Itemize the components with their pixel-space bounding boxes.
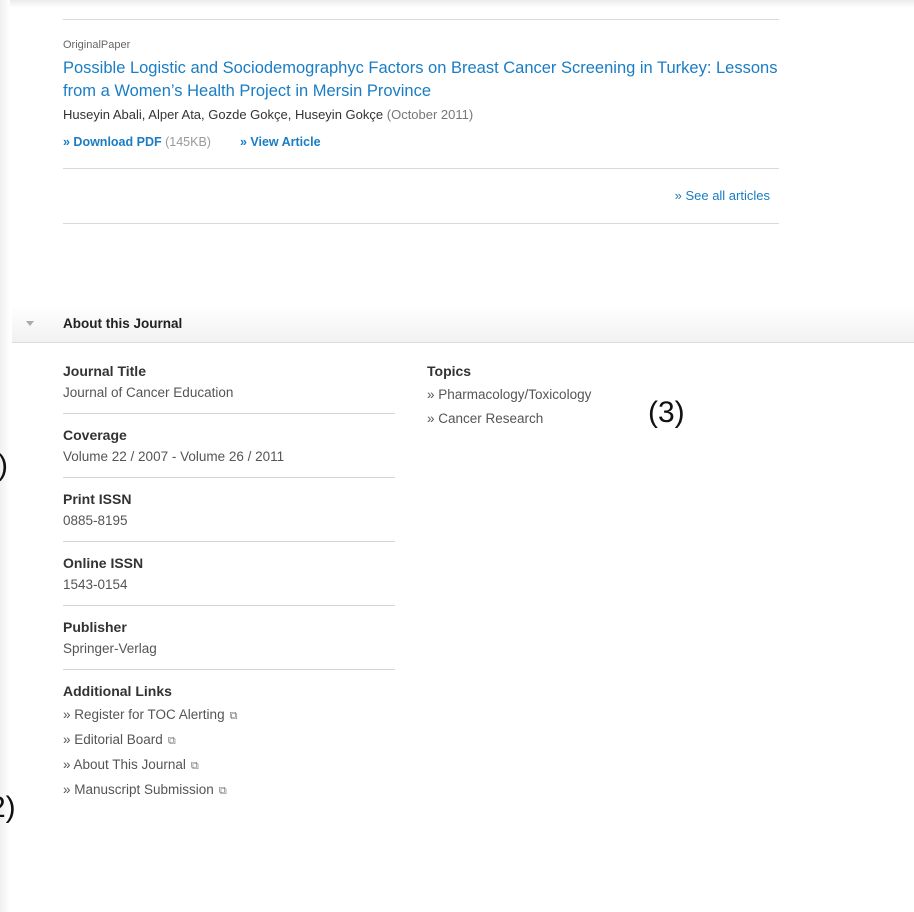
field-label: Print ISSN (63, 491, 132, 507)
about-title: About this Journal (63, 316, 183, 331)
link-label: » Manuscript Submission (63, 782, 214, 797)
manuscript-submission-link[interactable]: » Manuscript Submission ⧉ (63, 778, 395, 803)
download-pdf-link[interactable]: » Download PDF (63, 135, 162, 149)
download-pdf-label: » Download PDF (63, 135, 162, 149)
annotation-marker-2: 2) (0, 791, 16, 824)
topics-label: Topics (427, 363, 472, 379)
field-label: Publisher (63, 619, 127, 635)
external-link-icon: ⧉ (190, 760, 199, 772)
article-date: (October 2011) (386, 107, 474, 122)
field-print-issn: Print ISSN 0885-8195 (63, 490, 395, 542)
field-value: Volume 22 / 2007 - Volume 26 / 2011 (63, 449, 285, 464)
about-this-journal-link[interactable]: » About This Journal ⧉ (63, 753, 395, 778)
topic-cancer-research-link[interactable]: » Cancer Research (427, 407, 647, 431)
editorial-board-link[interactable]: » Editorial Board ⧉ (63, 728, 395, 753)
top-shadow (8, 0, 914, 8)
link-label: » About This Journal (63, 757, 186, 772)
annotation-marker-3: (3) (648, 396, 685, 429)
divider (63, 223, 779, 224)
link-label: » Register for TOC Alerting (63, 707, 225, 722)
field-additional-links: Additional Links » Register for TOC Aler… (63, 682, 395, 814)
field-journal-title: Journal Title Journal of Cancer Educatio… (63, 362, 395, 414)
collapse-triangle-icon[interactable] (26, 321, 34, 326)
topic-pharmacology-link[interactable]: » Pharmacology/Toxicology (427, 383, 647, 407)
field-label: Coverage (63, 427, 127, 443)
field-online-issn: Online ISSN 1543-0154 (63, 554, 395, 606)
field-label: Additional Links (63, 683, 172, 699)
topics-list: » Pharmacology/Toxicology » Cancer Resea… (427, 383, 647, 431)
journal-details: Journal Title Journal of Cancer Educatio… (63, 362, 395, 826)
additional-links-list: » Register for TOC Alerting ⧉ » Editorial… (63, 703, 395, 803)
register-toc-alerting-link[interactable]: » Register for TOC Alerting ⧉ (63, 703, 395, 728)
external-link-icon: ⧉ (229, 710, 238, 722)
about-section-header[interactable]: About this Journal (12, 306, 914, 343)
field-label: Online ISSN (63, 555, 144, 571)
file-size: (145KB) (165, 135, 211, 149)
article-links: » Download PDF (145KB) » View Article (63, 134, 779, 150)
article-list: OriginalPaper Possible Logistic and Soci… (63, 19, 779, 224)
annotation-marker-1: ) (0, 449, 8, 483)
external-link-icon: ⧉ (218, 785, 227, 797)
author-names: Huseyin Abali, Alper Ata, Gozde Gokçe, H… (63, 107, 384, 122)
article-authors: Huseyin Abali, Alper Ata, Gozde Gokçe, H… (63, 106, 779, 124)
field-publisher: Publisher Springer-Verlag (63, 618, 395, 670)
external-link-icon: ⧉ (167, 735, 176, 747)
field-value: Journal of Cancer Education (63, 385, 234, 400)
topics-column: Topics » Pharmacology/Toxicology » Cance… (427, 362, 647, 431)
field-value: Springer-Verlag (63, 641, 157, 656)
field-coverage: Coverage Volume 22 / 2007 - Volume 26 / … (63, 426, 395, 478)
page: OriginalPaper Possible Logistic and Soci… (0, 0, 914, 912)
view-article-link[interactable]: » View Article (240, 135, 321, 149)
article-type: OriginalPaper (63, 39, 131, 51)
see-all-row: » See all articles (63, 169, 779, 223)
link-label: » Editorial Board (63, 732, 163, 747)
field-label: Journal Title (63, 363, 146, 379)
article-title-link[interactable]: Possible Logistic and Sociodemographyc F… (63, 57, 779, 103)
field-value: 1543-0154 (63, 577, 128, 592)
see-all-articles-link[interactable]: » See all articles (675, 188, 770, 203)
field-value: 0885-8195 (63, 513, 128, 528)
list-item: OriginalPaper Possible Logistic and Soci… (63, 20, 779, 168)
